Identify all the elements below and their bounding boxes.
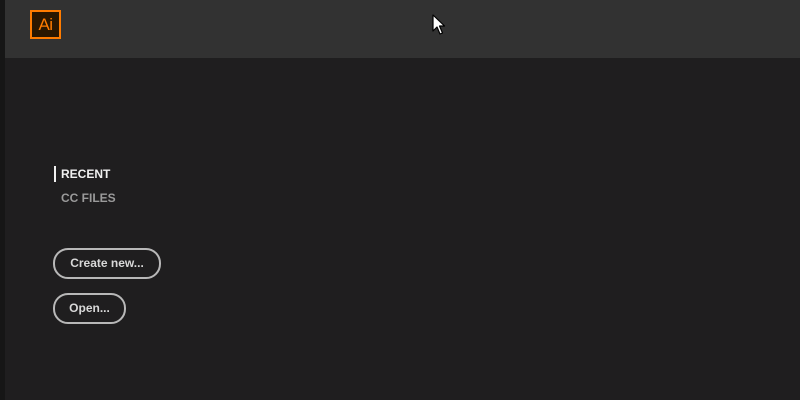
illustrator-logo-icon: Ai xyxy=(30,10,61,39)
start-nav: RECENT CC FILES xyxy=(54,164,116,212)
logo-text: Ai xyxy=(38,15,53,34)
nav-item-recent[interactable]: RECENT xyxy=(54,164,116,184)
window-edge xyxy=(0,0,5,400)
top-bar: Ai xyxy=(5,0,800,58)
start-screen: Ai RECENT CC FILES Create new... Open... xyxy=(0,0,800,400)
open-button[interactable]: Open... xyxy=(53,293,126,324)
nav-item-cc-files[interactable]: CC FILES xyxy=(54,188,116,208)
create-new-button[interactable]: Create new... xyxy=(53,248,161,279)
mouse-cursor-icon xyxy=(432,14,446,35)
